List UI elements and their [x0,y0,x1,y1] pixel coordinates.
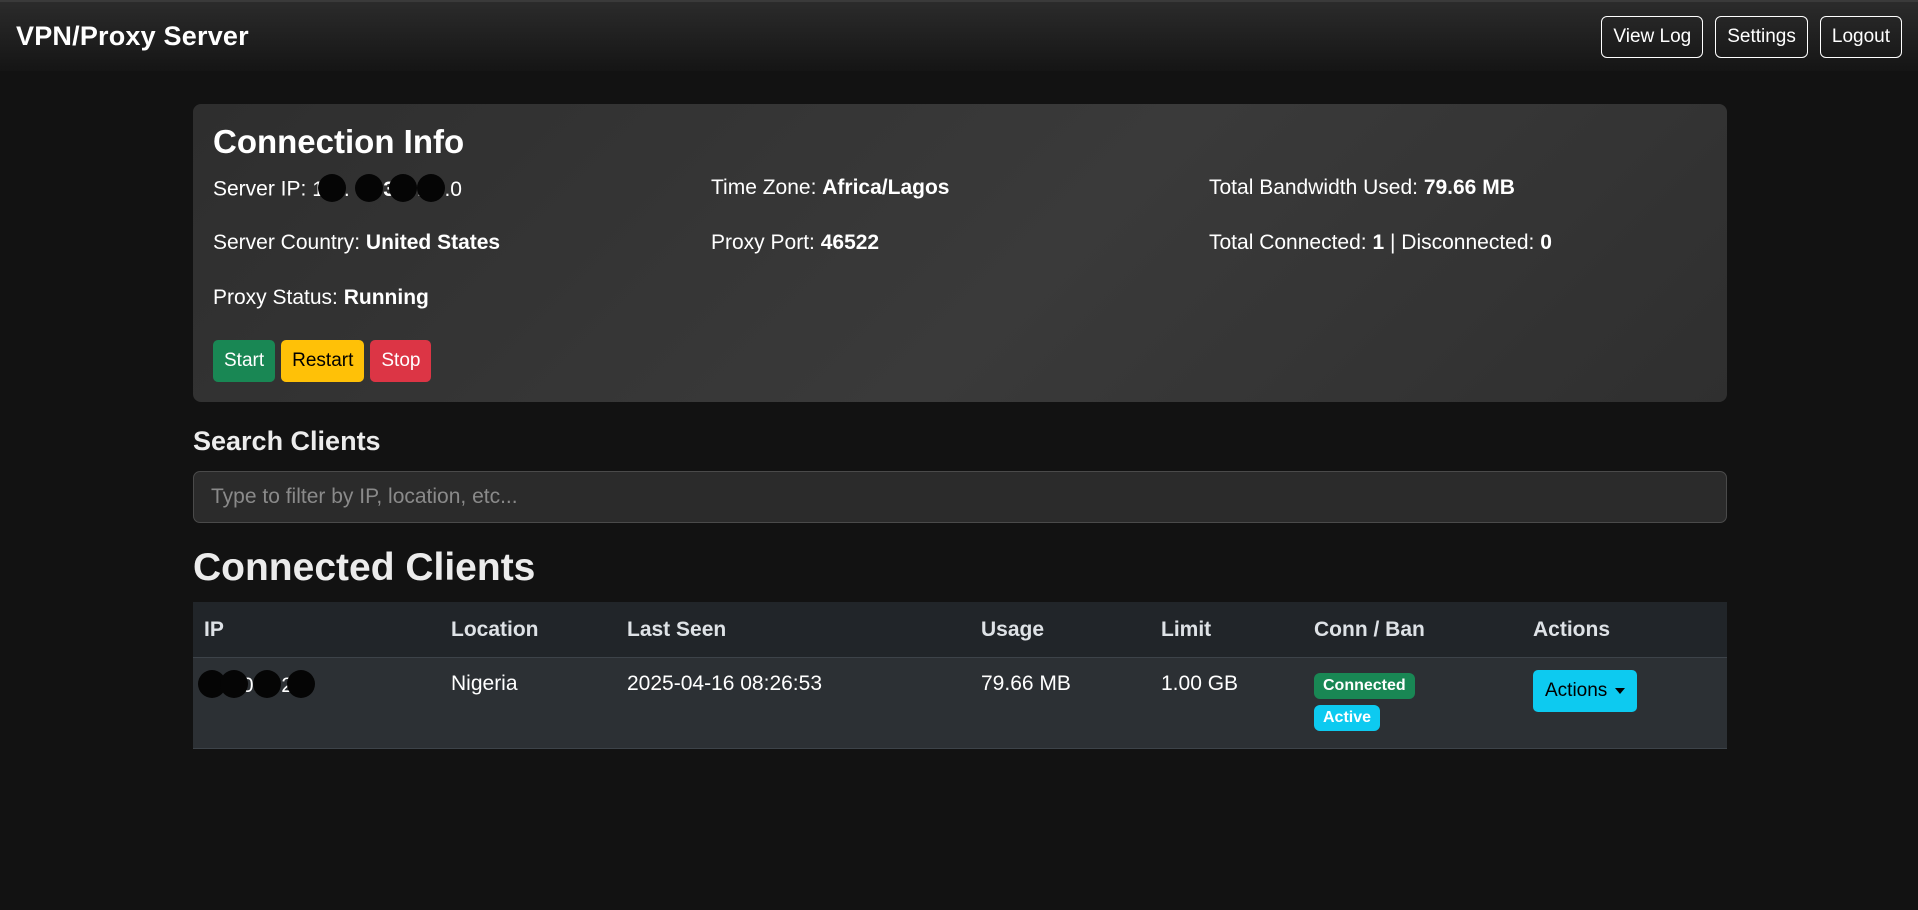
bandwidth-label: Total Bandwidth Used: [1209,176,1418,199]
column-header-last-seen: Last Seen [616,601,970,659]
proxy-control-buttons: Start Restart Stop [213,340,432,382]
redaction-mask [219,670,248,699]
connection-info-card: Connection Info Server IP: 1. 3 . .0 Tim… [193,104,1727,402]
settings-button[interactable]: Settings [1715,15,1808,58]
column-header-actions: Actions [1522,601,1727,659]
total-connected-value: 1 [1372,231,1385,254]
logout-button[interactable]: Logout [1819,15,1902,58]
server-ip-value: 1. 3 . .0 [312,174,462,202]
start-button[interactable]: Start [213,340,276,382]
connection-counts-field: Total Connected: 1 | Disconnected: 0 [1209,231,1707,286]
clients-table: IP Location Last Seen Usage Limit Conn /… [193,601,1727,750]
time-zone-field: Time Zone: Africa/Lagos [711,176,1209,231]
actions-dropdown-button[interactable]: Actions [1533,670,1638,713]
redaction-mask [388,174,417,202]
time-zone-label: Time Zone: [711,176,817,199]
server-country-label: Server Country: [213,231,361,254]
server-country-field: Server Country: United States [213,231,711,286]
proxy-status-label: Proxy Status: [213,286,338,309]
counts-separator: | [1389,231,1396,254]
proxy-status-field: Proxy Status: Running [213,286,722,341]
column-header-limit: Limit [1150,601,1303,659]
caret-down-icon [1615,688,1626,695]
total-connected-label: Total Connected: [1209,231,1367,254]
client-limit-cell: 1.00 GB [1150,657,1303,750]
proxy-port-field: Proxy Port: 46522 [711,231,1209,286]
client-location-cell: Nigeria [440,657,616,750]
search-clients-input[interactable] [193,471,1727,523]
client-ip-cell: 0. 2 [193,657,440,750]
info-row: Server Country: United States Proxy Port… [213,231,1707,286]
column-header-conn-ban: Conn / Ban [1303,601,1522,659]
client-actions-cell: Actions [1522,657,1727,750]
client-usage-cell: 79.66 MB [970,657,1150,750]
restart-button[interactable]: Restart [281,340,365,382]
client-ip-value: 0. 2 [198,670,315,699]
connection-info-grid: Server IP: 1. 3 . .0 Time Zone: Africa/L… [213,174,1707,341]
top-navbar: VPN/Proxy Server View Log Settings Logou… [0,0,1918,71]
redaction-mask [286,670,315,699]
disconnected-value: 0 [1540,231,1552,254]
connected-badge: Connected [1314,673,1415,700]
column-header-ip: IP [193,601,440,659]
time-zone-value: Africa/Lagos [822,176,950,199]
redaction-mask [355,174,384,202]
server-ip-field: Server IP: 1. 3 . .0 [213,174,711,231]
bandwidth-value: 79.66 MB [1423,176,1515,199]
app-title: VPN/Proxy Server [16,21,249,51]
table-row: 0. 2 Nigeria 2025-04-16 08:26:53 79.66 M… [193,657,1727,750]
nav-button-group: View Log Settings Logout [1601,15,1902,58]
search-clients-heading: Search Clients [193,426,381,456]
client-last-seen-cell: 2025-04-16 08:26:53 [616,657,970,750]
connection-info-title: Connection Info [213,123,465,160]
actions-button-label: Actions [1545,680,1608,702]
bandwidth-field: Total Bandwidth Used: 79.66 MB [1209,176,1707,231]
info-row: Server IP: 1. 3 . .0 Time Zone: Africa/L… [213,174,1707,231]
redaction-mask [317,174,346,202]
proxy-status-value: Running [343,286,429,309]
main-content: Connection Info Server IP: 1. 3 . .0 Tim… [193,104,1727,750]
server-ip-label: Server IP: [213,177,307,201]
info-row: Proxy Status: Running [213,286,1707,341]
server-country-value: United States [365,231,501,254]
view-log-button[interactable]: View Log [1601,15,1704,58]
connected-clients-heading: Connected Clients [193,546,536,589]
redaction-mask [416,174,445,202]
disconnected-label: Disconnected: [1401,231,1535,254]
column-header-usage: Usage [970,601,1150,659]
table-header-row: IP Location Last Seen Usage Limit Conn /… [193,601,1727,659]
client-status-cell: Connected Active [1303,657,1522,750]
redaction-mask [253,670,282,699]
column-header-location: Location [440,601,616,659]
proxy-port-label: Proxy Port: [711,231,815,254]
stop-button[interactable]: Stop [370,340,432,382]
proxy-port-value: 46522 [820,231,880,254]
active-badge: Active [1314,705,1381,732]
